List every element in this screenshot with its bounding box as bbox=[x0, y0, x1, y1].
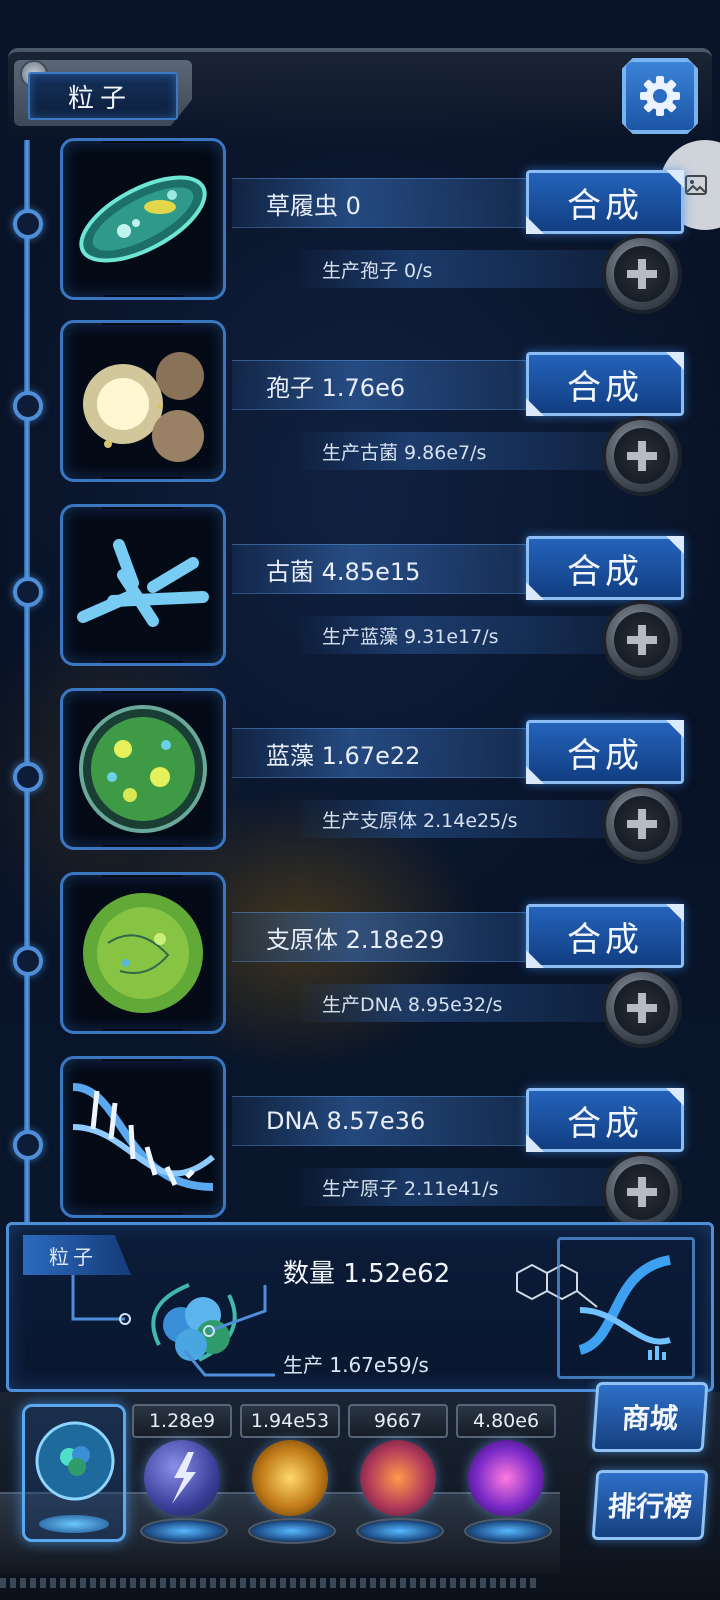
unit-production: 生产DNA 8.95e32/s bbox=[300, 984, 610, 1022]
orb-base bbox=[356, 1518, 444, 1544]
unit-thumbnail bbox=[60, 1056, 226, 1218]
synthesize-button[interactable]: 合成 bbox=[526, 352, 684, 416]
lightning-orb-icon[interactable] bbox=[144, 1440, 220, 1516]
summary-panel: 粒子 数量 1.52e62 生产 1.67e59/s bbox=[6, 1222, 714, 1392]
synthesize-button[interactable]: 合成 bbox=[526, 904, 684, 968]
plus-icon bbox=[614, 980, 670, 1036]
dock-divider bbox=[0, 1578, 540, 1588]
bottom-dock: 1.28e9 1.94e53 9667 4.80e6 商城 排行榜 bbox=[0, 1382, 720, 1600]
mycoplasma-icon bbox=[83, 893, 203, 1013]
synthesize-button[interactable]: 合成 bbox=[526, 1088, 684, 1152]
add-button[interactable] bbox=[602, 784, 682, 864]
orb-value: 1.28e9 bbox=[132, 1404, 232, 1438]
unit-row-mycoplasma: 支原体 2.18e29 生产DNA 8.95e32/s 合成 bbox=[0, 872, 720, 1052]
archaea-icon bbox=[77, 539, 209, 627]
orb-value: 1.94e53 bbox=[240, 1404, 340, 1438]
unit-name-bar: 支原体 2.18e29 bbox=[232, 912, 532, 962]
unit-row-dna: DNA 8.57e36 生产原子 2.11e41/s 合成 bbox=[0, 1056, 720, 1236]
shop-button[interactable]: 商城 bbox=[591, 1382, 709, 1452]
dna-helix-icon bbox=[578, 1255, 672, 1360]
plus-icon bbox=[614, 612, 670, 668]
unit-production: 生产原子 2.11e41/s bbox=[300, 1168, 610, 1206]
orb-base bbox=[39, 1515, 109, 1533]
orb-base bbox=[140, 1518, 228, 1544]
dna-icon bbox=[72, 1083, 215, 1191]
unit-name: 蓝藻 1.67e22 bbox=[266, 741, 421, 770]
unit-production: 生产孢子 0/s bbox=[300, 250, 610, 288]
synthesize-button[interactable]: 合成 bbox=[526, 170, 684, 234]
unit-name: 支原体 2.18e29 bbox=[266, 925, 445, 954]
plus-icon bbox=[614, 246, 670, 302]
spore-icon bbox=[83, 352, 204, 462]
add-button[interactable] bbox=[602, 416, 682, 496]
unit-row-paramecium: 草履虫 0 生产孢子 0/s 合成 bbox=[0, 138, 720, 318]
unit-name-bar: 孢子 1.76e6 bbox=[232, 360, 532, 410]
fire-orb-icon[interactable] bbox=[252, 1440, 328, 1516]
unit-name: 古菌 4.85e15 bbox=[266, 557, 421, 586]
gear-icon bbox=[640, 76, 680, 116]
unit-row-archaea: 古菌 4.85e15 生产蓝藻 9.31e17/s 合成 bbox=[0, 504, 720, 684]
orb-value: 4.80e6 bbox=[456, 1404, 556, 1438]
brain-orb-icon[interactable] bbox=[360, 1440, 436, 1516]
unit-name: DNA 8.57e36 bbox=[266, 1107, 426, 1135]
unit-thumbnail bbox=[60, 872, 226, 1034]
plus-icon bbox=[614, 428, 670, 484]
unit-row-spore: 孢子 1.76e6 生产古菌 9.86e7/s 合成 bbox=[0, 320, 720, 500]
current-orb-slot[interactable] bbox=[22, 1404, 126, 1542]
add-button[interactable] bbox=[602, 968, 682, 1048]
orb-base bbox=[248, 1518, 336, 1544]
particle-count: 数量 1.52e62 bbox=[283, 1259, 451, 1289]
unit-name: 草履虫 0 bbox=[266, 191, 361, 220]
unit-name: 孢子 1.76e6 bbox=[266, 373, 406, 402]
unit-production: 生产古菌 9.86e7/s bbox=[300, 432, 610, 470]
cyanobacteria-icon bbox=[79, 705, 207, 833]
add-button[interactable] bbox=[602, 234, 682, 314]
plus-icon bbox=[614, 796, 670, 852]
orb-value: 9667 bbox=[348, 1404, 448, 1438]
unit-name-bar: DNA 8.57e36 bbox=[232, 1096, 532, 1146]
unit-thumbnail bbox=[60, 320, 226, 482]
plus-icon bbox=[614, 1164, 670, 1220]
unit-thumbnail bbox=[60, 138, 226, 300]
page-title: 粒子 bbox=[28, 72, 178, 120]
atom-orb-icon bbox=[35, 1421, 115, 1501]
unit-name-bar: 古菌 4.85e15 bbox=[232, 544, 532, 594]
unit-production: 生产蓝藻 9.31e17/s bbox=[300, 616, 610, 654]
unit-thumbnail bbox=[60, 504, 226, 666]
leaderboard-button[interactable]: 排行榜 bbox=[591, 1470, 709, 1540]
unit-name-bar: 蓝藻 1.67e22 bbox=[232, 728, 532, 778]
unit-name-bar: 草履虫 0 bbox=[232, 178, 532, 228]
dna-frame bbox=[557, 1237, 695, 1379]
orb-base bbox=[464, 1518, 552, 1544]
unit-thumbnail bbox=[60, 688, 226, 850]
unit-row-cyanobacteria: 蓝藻 1.67e22 生产支原体 2.14e25/s 合成 bbox=[0, 688, 720, 868]
add-button[interactable] bbox=[602, 600, 682, 680]
vortex-orb-icon[interactable] bbox=[468, 1440, 544, 1516]
unit-production: 生产支原体 2.14e25/s bbox=[300, 800, 610, 838]
synthesize-button[interactable]: 合成 bbox=[526, 720, 684, 784]
paramecium-icon bbox=[79, 175, 207, 263]
particle-production: 生产 1.67e59/s bbox=[283, 1353, 429, 1377]
add-button[interactable] bbox=[602, 1152, 682, 1232]
settings-button[interactable] bbox=[622, 58, 698, 134]
synthesize-button[interactable]: 合成 bbox=[526, 536, 684, 600]
